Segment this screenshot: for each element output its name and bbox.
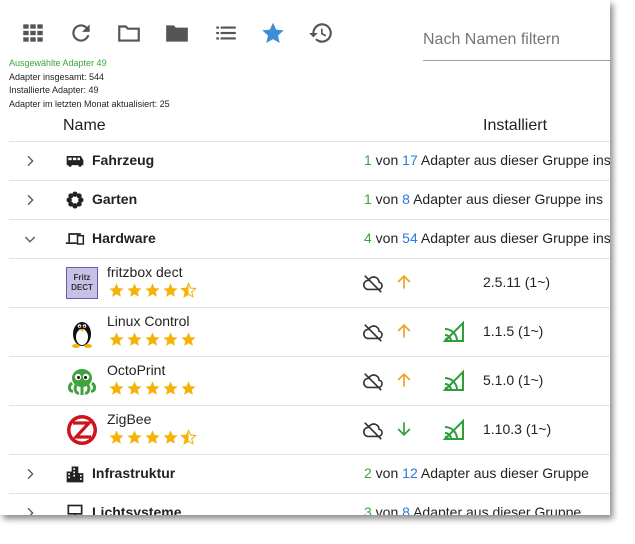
toolbar <box>0 0 610 61</box>
star-full-icon <box>109 283 124 297</box>
cloud-off-icon <box>363 324 383 342</box>
signal-icon <box>442 320 464 342</box>
group-count: 1 von 8 Adapter aus dieser Gruppe ins <box>364 191 603 207</box>
star-full-icon <box>163 430 178 444</box>
logo-text: Fritz DECT <box>71 273 93 292</box>
arrow-down-icon[interactable] <box>394 419 414 439</box>
star-full-icon <box>145 430 160 444</box>
rating-stars <box>108 380 197 398</box>
stats-total: Adapter insgesamt: 544 <box>9 71 105 82</box>
octoprint-logo <box>68 369 96 395</box>
fritzbox-logo: Fritz DECT <box>66 267 98 299</box>
devices-icon <box>65 233 85 245</box>
adapter-row-linux-control[interactable]: Linux Control 1.1.5 (1~) <box>9 308 610 357</box>
star-full-icon <box>181 381 196 395</box>
star-half-icon <box>180 429 197 445</box>
group-row-hardware[interactable]: Hardware 4 von 54 Adapter aus dieser Gru… <box>9 220 610 259</box>
group-name: Fahrzeug <box>92 152 155 168</box>
adapter-name: fritzbox dect <box>107 264 183 280</box>
group-row-infrastruktur[interactable]: Infrastruktur 2 von 12 Adapter aus diese… <box>9 455 610 494</box>
list-icon[interactable] <box>213 20 239 46</box>
adapter-row-zigbee[interactable]: ZigBee 1.10.3 (1~) <box>9 406 610 455</box>
group-row-lichtsysteme[interactable]: Lichtsysteme 3 von 8 Adapter aus dieser … <box>9 494 610 515</box>
star-full-icon <box>181 332 196 346</box>
folder-outline-icon[interactable] <box>116 20 142 46</box>
star-full-icon <box>145 381 160 395</box>
star-full-icon <box>109 332 124 346</box>
group-count: 3 von 8 Adapter aus dieser Gruppe <box>364 504 582 515</box>
stats-installed: Installierte Adapter: 49 <box>9 85 99 96</box>
cloud-off-icon <box>363 422 383 440</box>
arrow-up-icon[interactable] <box>394 272 414 292</box>
column-header-name[interactable]: Name <box>63 117 106 135</box>
flower-icon <box>66 191 84 209</box>
group-row-fahrzeug[interactable]: Fahrzeug 1 von 17 Adapter aus dieser Gru… <box>9 142 610 181</box>
star-full-icon <box>127 332 142 346</box>
lamp-icon <box>67 504 83 515</box>
star-full-icon <box>109 430 124 444</box>
filter-input[interactable] <box>423 24 610 61</box>
installed-version: 5.1.0 (1~) <box>483 372 544 388</box>
tux-logo <box>72 322 92 348</box>
adapter-name: ZigBee <box>107 411 152 427</box>
rating-stars <box>108 282 197 300</box>
star-half-icon <box>180 282 197 298</box>
rating-stars <box>108 429 197 447</box>
group-count: 2 von 12 Adapter aus dieser Gruppe <box>364 465 589 481</box>
star-full-icon <box>145 283 160 297</box>
column-header-installed[interactable]: Installiert <box>483 117 547 135</box>
chevron-right-icon[interactable] <box>22 466 38 482</box>
chevron-right-icon[interactable] <box>22 153 38 169</box>
chevron-right-icon[interactable] <box>22 505 38 515</box>
adapter-name: OctoPrint <box>107 362 166 378</box>
star-full-icon <box>163 332 178 346</box>
group-count: 4 von 54 Adapter aus dieser Gruppe ins <box>364 230 610 246</box>
installed-version: 1.10.3 (1~) <box>483 421 552 437</box>
star-full-icon <box>127 430 142 444</box>
adapter-panel: Ausgewählte Adapter 49 Adapter insgesamt… <box>0 0 610 515</box>
star-full-icon <box>163 381 178 395</box>
star-full-icon <box>109 381 124 395</box>
folder-filled-icon[interactable] <box>164 20 190 46</box>
star-full-icon <box>127 283 142 297</box>
cloud-off-icon <box>363 275 383 293</box>
zigbee-logo <box>67 415 97 445</box>
bus-icon <box>66 156 84 167</box>
star-icon[interactable] <box>260 20 286 46</box>
group-name: Garten <box>92 191 138 207</box>
grid-icon[interactable] <box>20 20 46 46</box>
star-full-icon <box>127 381 142 395</box>
group-name: Infrastruktur <box>92 465 176 481</box>
group-count: 1 von 17 Adapter aus dieser Gruppe ins <box>364 152 610 168</box>
cloud-off-icon <box>363 373 383 391</box>
signal-icon <box>442 369 464 391</box>
star-full-icon <box>163 283 178 297</box>
chevron-down-icon[interactable] <box>22 231 38 247</box>
refresh-icon[interactable] <box>68 20 94 46</box>
installed-version: 2.5.11 (1~) <box>483 274 551 290</box>
city-icon <box>66 466 84 483</box>
adapter-name: Linux Control <box>107 313 190 329</box>
installed-version: 1.1.5 (1~) <box>483 323 544 339</box>
star-full-icon <box>145 332 160 346</box>
group-name: Hardware <box>92 230 156 246</box>
chevron-right-icon[interactable] <box>22 192 38 208</box>
stats-updated: Adapter im letzten Monat aktualisiert: 2… <box>9 99 170 110</box>
signal-icon <box>442 418 464 440</box>
group-row-garten[interactable]: Garten 1 von 8 Adapter aus dieser Gruppe… <box>9 181 610 220</box>
group-name: Lichtsysteme <box>92 504 182 515</box>
stats-selected: Ausgewählte Adapter 49 <box>9 58 107 68</box>
stats-block: Ausgewählte Adapter 49 Adapter insgesamt… <box>9 57 170 112</box>
arrow-up-icon[interactable] <box>394 370 414 390</box>
adapter-row-fritzbox-dect[interactable]: Fritz DECT fritzbox dect 2.5.11 (1~) <box>9 259 610 308</box>
history-icon[interactable] <box>308 20 334 46</box>
arrow-up-icon[interactable] <box>394 321 414 341</box>
rating-stars <box>108 331 197 349</box>
adapter-row-octoprint[interactable]: OctoPrint 5.1.0 (1~) <box>9 357 610 406</box>
